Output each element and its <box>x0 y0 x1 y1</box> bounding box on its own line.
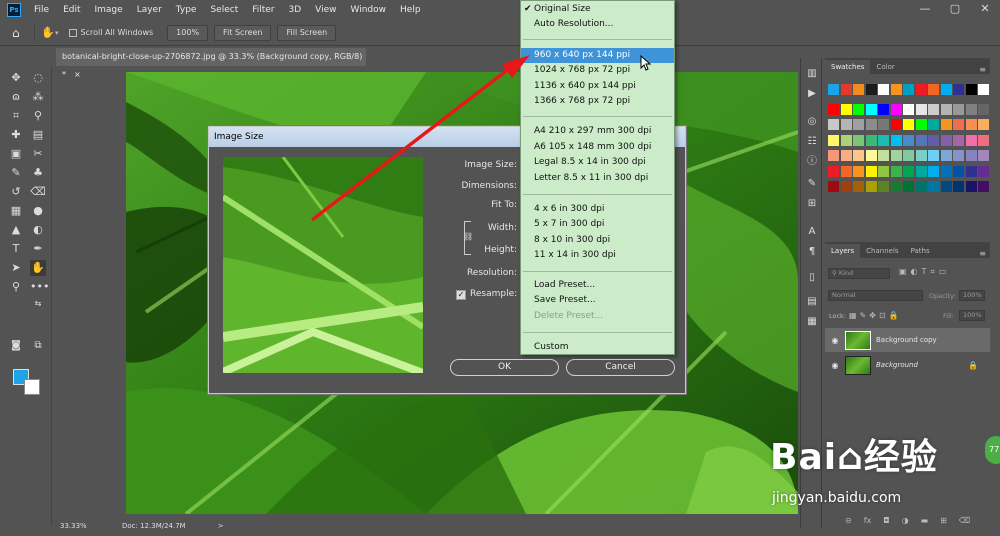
baidu-url: jingyan.baidu.com <box>772 490 902 506</box>
green-badge[interactable]: 77 <box>985 436 1000 464</box>
baidu-logo: Bai⌂经验 <box>770 437 938 478</box>
mouse-cursor-icon <box>640 55 652 71</box>
baidu-watermark: Bai⌂经验 jingyan.baidu.com <box>770 428 1000 523</box>
photoshop-window: Ps File Edit Image Layer Type Select Fil… <box>0 0 1000 536</box>
